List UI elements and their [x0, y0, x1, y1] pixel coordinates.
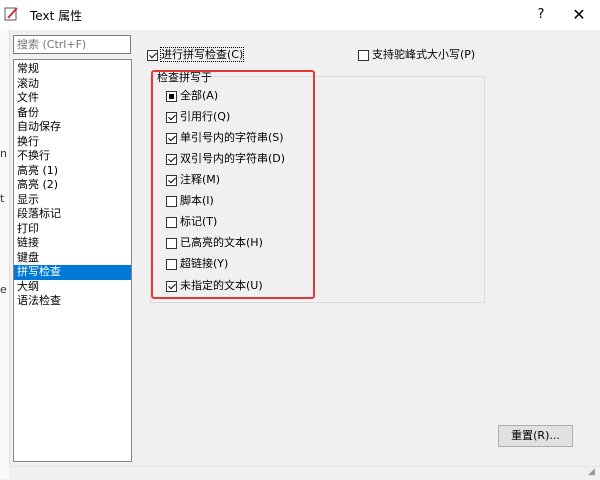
category-item[interactable]: 打印	[14, 222, 131, 237]
category-item[interactable]: 显示	[14, 193, 131, 208]
edge-glyph: e	[0, 283, 7, 296]
category-item[interactable]: 高亮 (1)	[14, 164, 131, 179]
category-item[interactable]: 语法检查	[14, 294, 131, 309]
search-input[interactable]	[13, 35, 131, 54]
category-item[interactable]: 键盘	[14, 251, 131, 266]
red-annotation-rectangle	[151, 70, 315, 299]
reset-button[interactable]: 重置(R)...	[498, 425, 573, 447]
dialog-bottom-edge	[9, 466, 600, 480]
close-button[interactable]: ✕	[562, 4, 596, 26]
camel-case-checkbox[interactable]	[358, 49, 369, 61]
category-list[interactable]: 常规 滚动 文件 备份 自动保存 换行 不换行 高亮 (1) 高亮 (2) 显示 段落标记 打印 链接键…	[13, 59, 132, 462]
edge-glyph: n	[0, 147, 7, 160]
help-button[interactable]: ?	[526, 4, 556, 26]
category-item[interactable]: 高亮 (2)	[14, 178, 131, 193]
edge-glyph: t	[0, 192, 5, 205]
enable-spell-check-option[interactable]: 进行拼写检查(C)	[147, 47, 245, 63]
window-title: Text 属性	[30, 9, 83, 23]
category-item[interactable]: 备份	[14, 106, 131, 121]
background-editor-edge	[0, 30, 10, 479]
category-item[interactable]: 文件	[14, 91, 131, 106]
resize-grip-icon[interactable]: ◢	[588, 467, 598, 477]
category-item[interactable]: 不换行	[14, 149, 131, 164]
enable-spell-check-label: 进行拼写检查(C)	[159, 47, 245, 62]
category-item[interactable]: 滚动	[14, 77, 131, 92]
pen-note-icon	[4, 7, 18, 21]
category-item[interactable]: 换行	[14, 135, 131, 150]
camel-case-option[interactable]: 支持驼峰式大小写(P)	[358, 47, 475, 63]
category-item[interactable]: 大纲	[14, 280, 131, 295]
category-item[interactable]: 拼写检查	[14, 265, 131, 280]
category-item[interactable]: 链接	[14, 236, 131, 251]
category-item[interactable]: 自动保存	[14, 120, 131, 135]
category-item[interactable]: 常规	[14, 62, 131, 77]
title-bar	[0, 0, 600, 30]
camel-case-label: 支持驼峰式大小写(P)	[372, 48, 476, 61]
enable-spell-check-checkbox[interactable]	[147, 49, 158, 61]
category-item[interactable]: 段落标记	[14, 207, 131, 222]
